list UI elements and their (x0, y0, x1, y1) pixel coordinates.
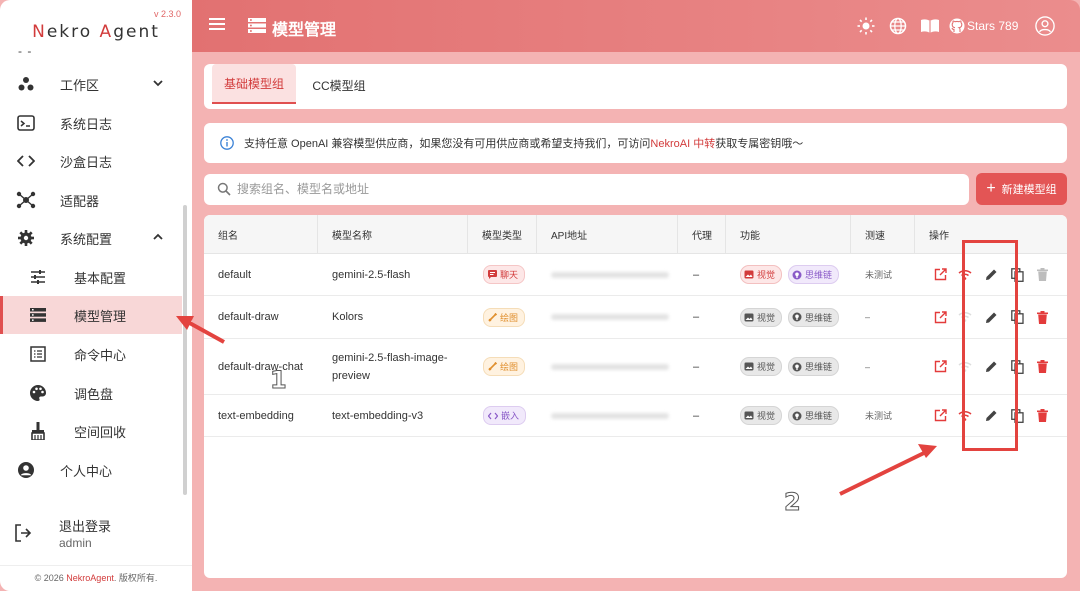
annotation-step-2: 2 (784, 488, 802, 517)
annotation-arrows (176, 316, 937, 496)
annotation-step-1: 1 (270, 366, 288, 395)
